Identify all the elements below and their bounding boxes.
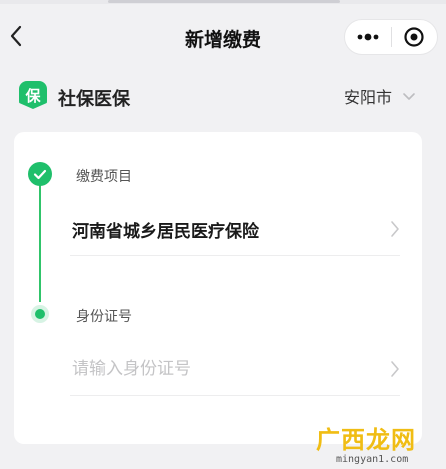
mini-program-capsule (344, 19, 438, 55)
more-dots-icon (357, 33, 379, 41)
city-selector[interactable]: 安阳市 (344, 82, 416, 110)
chevron-down-icon (403, 92, 415, 100)
checkmark-icon (33, 169, 47, 179)
watermark-brand: 广西龙网 (316, 426, 416, 454)
category-name: 社保医保 (58, 89, 130, 110)
status-strip (0, 0, 446, 4)
step-completed-indicator (28, 162, 52, 186)
target-close-icon (404, 27, 424, 47)
payment-item-selector[interactable]: 河南省城乡居民医疗保险 (70, 204, 400, 256)
chevron-right-icon (391, 361, 399, 377)
step-label-payment-item: 缴费项目 (76, 169, 132, 185)
social-insurance-logo: 保 (19, 81, 47, 109)
status-pill (108, 0, 340, 3)
category-row: 保 社保医保 安阳市 (0, 78, 446, 118)
watermark-domain: mingyan1.com (336, 454, 409, 465)
id-number-row (70, 344, 400, 396)
more-button[interactable] (345, 20, 391, 54)
watermark: 广西龙网 mingyan1.com (304, 420, 444, 468)
payment-item-value: 河南省城乡居民医疗保险 (72, 222, 259, 242)
navigation-bar: 新增缴费 (0, 8, 446, 64)
step-connector-line (39, 174, 41, 302)
chevron-right-icon (391, 221, 399, 237)
step-label-id-number: 身份证号 (76, 309, 132, 325)
city-name: 安阳市 (344, 88, 393, 107)
step-active-indicator (35, 309, 45, 319)
payment-form-card: 缴费项目 河南省城乡居民医疗保险 身份证号 (14, 132, 422, 444)
id-number-input[interactable] (72, 356, 362, 382)
screen: 新增缴费 保 社保医保 安阳市 缴费项目 河南省城乡居民医疗保险 身份证号 请输… (0, 0, 446, 469)
close-mini-program-button[interactable] (391, 20, 437, 54)
